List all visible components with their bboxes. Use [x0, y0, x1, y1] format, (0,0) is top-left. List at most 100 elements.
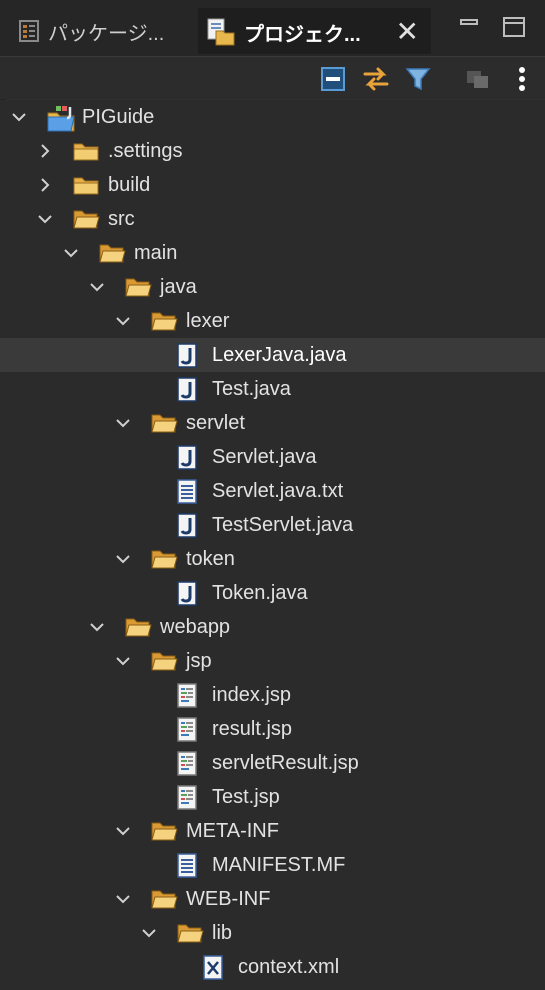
- tree-row[interactable]: token: [0, 542, 545, 576]
- view-menu-icon[interactable]: [508, 65, 536, 93]
- tree-item-label: TestServlet.java: [212, 514, 354, 536]
- tab-project-explorer[interactable]: プロジェク... ✕: [198, 8, 431, 54]
- tree-row[interactable]: index.jsp: [0, 678, 545, 712]
- folder-open-icon: [150, 411, 178, 435]
- project-tree[interactable]: PIGuide .settings build src main java lexer Lex…: [0, 100, 545, 990]
- folder-open-icon: [72, 207, 100, 231]
- java-file-icon: [176, 377, 202, 402]
- folder-open-icon: [150, 819, 178, 843]
- tree-item-label: Test.jsp: [212, 786, 280, 808]
- close-icon[interactable]: ✕: [396, 18, 419, 46]
- tree-row[interactable]: Token.java: [0, 576, 545, 610]
- view-tab-bar: パッケージ... プロジェク... ✕: [0, 0, 545, 57]
- tree-row[interactable]: META-INF: [0, 814, 545, 848]
- jsp-file-icon: [176, 717, 202, 742]
- tree-item-label: java: [160, 276, 197, 298]
- xml-file-icon: [202, 955, 228, 980]
- tree-row[interactable]: lexer: [0, 304, 545, 338]
- tree-item-label: index.jsp: [212, 684, 291, 706]
- collapse-all-icon[interactable]: [320, 65, 348, 93]
- chevron-down-icon[interactable]: [87, 270, 107, 304]
- tree-row[interactable]: lib: [0, 916, 545, 950]
- tree-row[interactable]: TestServlet.java: [0, 508, 545, 542]
- folder-icon: [72, 173, 99, 197]
- chevron-down-icon[interactable]: [35, 202, 55, 236]
- package-explorer-icon: [19, 20, 39, 42]
- folder-icon: [72, 139, 99, 163]
- tree-row[interactable]: result.jsp: [0, 712, 545, 746]
- tree-row[interactable]: src: [0, 202, 545, 236]
- filter-icon[interactable]: [404, 65, 432, 93]
- chevron-down-icon[interactable]: [113, 542, 133, 576]
- view-toolbar: [0, 57, 545, 99]
- chevron-down-icon[interactable]: [113, 882, 133, 916]
- text-file-icon: [176, 853, 202, 878]
- chevron-down-icon[interactable]: [139, 916, 159, 950]
- project-icon: [46, 105, 75, 132]
- java-file-icon: [176, 513, 202, 538]
- tree-row[interactable]: jsp: [0, 644, 545, 678]
- tab-label: パッケージ...: [48, 22, 165, 45]
- tree-item-label: META-INF: [186, 820, 279, 842]
- chevron-down-icon[interactable]: [9, 100, 29, 134]
- tree-item-label: Token.java: [212, 582, 308, 604]
- tree-row[interactable]: servletResult.jsp: [0, 746, 545, 780]
- folder-open-icon: [124, 275, 152, 299]
- tree-item-label: build: [108, 174, 151, 196]
- tree-row[interactable]: Test.jsp: [0, 780, 545, 814]
- tree-item-label: PIGuide: [82, 106, 155, 128]
- jsp-file-icon: [176, 751, 202, 776]
- tree-row[interactable]: .settings: [0, 134, 545, 168]
- tree-item-label: MANIFEST.MF: [212, 854, 346, 876]
- chevron-down-icon[interactable]: [113, 644, 133, 678]
- tree-row[interactable]: WEB-INF: [0, 882, 545, 916]
- chevron-right-icon[interactable]: [35, 134, 55, 168]
- tree-row[interactable]: context.xml: [0, 950, 545, 984]
- tree-item-label: servletResult.jsp: [212, 752, 359, 774]
- tree-row[interactable]: Servlet.java: [0, 440, 545, 474]
- tab-label: プロジェク...: [244, 23, 361, 46]
- tree-row[interactable]: Test.java: [0, 372, 545, 406]
- tree-item-label: servlet: [186, 412, 245, 434]
- tree-item-label: token: [186, 548, 235, 570]
- tree-item-label: .settings: [108, 140, 183, 162]
- tree-item-label: context.xml: [238, 956, 340, 978]
- tree-row[interactable]: java: [0, 270, 545, 304]
- tree-item-label: WEB-INF: [186, 888, 271, 910]
- tree-item-label: webapp: [160, 616, 231, 638]
- tree-row[interactable]: PIGuide: [0, 100, 545, 134]
- folder-open-icon: [150, 309, 178, 333]
- tree-item-label: main: [134, 242, 178, 264]
- tree-row[interactable]: servlet: [0, 406, 545, 440]
- tab-package-explorer[interactable]: パッケージ...: [8, 8, 193, 54]
- tree-item-label: jsp: [186, 650, 212, 672]
- chevron-down-icon[interactable]: [113, 814, 133, 848]
- chevron-down-icon[interactable]: [61, 236, 81, 270]
- maximize-icon[interactable]: [501, 14, 527, 40]
- tree-row[interactable]: Servlet.java.txt: [0, 474, 545, 508]
- folder-open-icon: [150, 887, 178, 911]
- link-with-editor-icon[interactable]: [362, 65, 390, 93]
- minimize-icon[interactable]: [457, 14, 481, 38]
- chevron-down-icon[interactable]: [113, 406, 133, 440]
- java-file-icon: [176, 343, 202, 368]
- folder-open-icon: [124, 615, 152, 639]
- tree-row[interactable]: webapp: [0, 610, 545, 644]
- tree-item-label: Servlet.java: [212, 446, 317, 468]
- tree-item-label: Test.java: [212, 378, 291, 400]
- folder-open-icon: [150, 649, 178, 673]
- folder-open-icon: [150, 547, 178, 571]
- chevron-right-icon[interactable]: [35, 168, 55, 202]
- working-sets-icon[interactable]: [464, 65, 492, 93]
- chevron-down-icon[interactable]: [113, 304, 133, 338]
- tree-row[interactable]: main: [0, 236, 545, 270]
- tree-row[interactable]: LexerJava.java: [0, 338, 545, 372]
- tree-item-label: lexer: [186, 310, 230, 332]
- chevron-down-icon[interactable]: [87, 610, 107, 644]
- tree-row[interactable]: build: [0, 168, 545, 202]
- tree-row[interactable]: MANIFEST.MF: [0, 848, 545, 882]
- folder-open-icon: [98, 241, 126, 265]
- tree-item-label: Servlet.java.txt: [212, 480, 344, 502]
- tree-item-label: lib: [212, 922, 233, 944]
- java-file-icon: [176, 445, 202, 470]
